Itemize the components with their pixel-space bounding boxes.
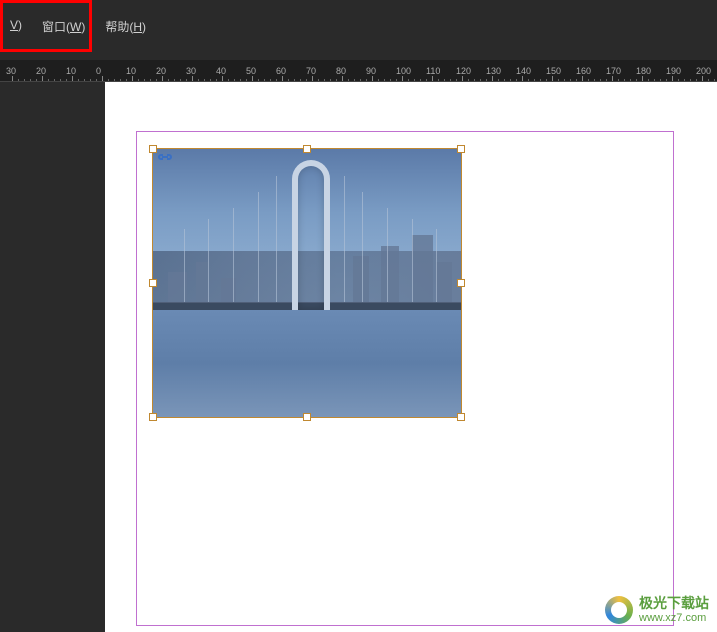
ruler-tick: 180 (636, 66, 651, 76)
ruler-tick: 140 (516, 66, 531, 76)
ruler-tick: 20 (156, 66, 166, 76)
ruler-tick: 130 (486, 66, 501, 76)
selected-image-frame[interactable] (152, 148, 462, 418)
link-icon (157, 151, 173, 163)
watermark-title: 极光下载站 (639, 596, 709, 611)
ruler-tick: 20 (36, 66, 46, 76)
ruler-tick: 10 (126, 66, 136, 76)
resize-handle-ml[interactable] (149, 279, 157, 287)
ruler-tick: 110 (426, 66, 440, 76)
ruler-tick: 30 (6, 66, 16, 76)
ruler-tick: 200 (696, 66, 711, 76)
ruler-tick: 80 (336, 66, 346, 76)
watermark-url: www.xz7.com (639, 612, 709, 624)
ruler-tick: 0 (96, 66, 101, 76)
ruler-tick: 10 (66, 66, 76, 76)
ruler-tick: 60 (276, 66, 286, 76)
resize-handle-tr[interactable] (457, 145, 465, 153)
ruler-tick: 100 (396, 66, 411, 76)
resize-handle-mr[interactable] (457, 279, 465, 287)
ruler-tick: 90 (366, 66, 376, 76)
ruler-tick: 30 (186, 66, 196, 76)
resize-handle-bl[interactable] (149, 413, 157, 421)
menu-view[interactable]: V) (0, 14, 32, 36)
ruler-tick: 50 (246, 66, 256, 76)
ruler-tick: 160 (576, 66, 591, 76)
ruler-horizontal[interactable]: 3020100102030405060708090100110120130140… (0, 60, 717, 82)
resize-handle-tm[interactable] (303, 145, 311, 153)
watermark-logo-icon (605, 596, 633, 624)
resize-handle-tl[interactable] (149, 145, 157, 153)
ruler-tick: 40 (216, 66, 226, 76)
ruler-tick: 170 (606, 66, 621, 76)
ruler-tick: 70 (306, 66, 316, 76)
menubar: V) 窗口(W) 帮助(H) (0, 0, 717, 50)
menu-help[interactable]: 帮助(H) (95, 14, 156, 39)
watermark: 极光下载站 www.xz7.com (605, 596, 709, 624)
ruler-tick: 120 (456, 66, 471, 76)
ruler-tick: 150 (546, 66, 561, 76)
placed-image[interactable] (153, 149, 461, 417)
resize-handle-br[interactable] (457, 413, 465, 421)
resize-handle-bm[interactable] (303, 413, 311, 421)
menu-window[interactable]: 窗口(W) (32, 14, 95, 39)
ruler-tick: 190 (666, 66, 681, 76)
